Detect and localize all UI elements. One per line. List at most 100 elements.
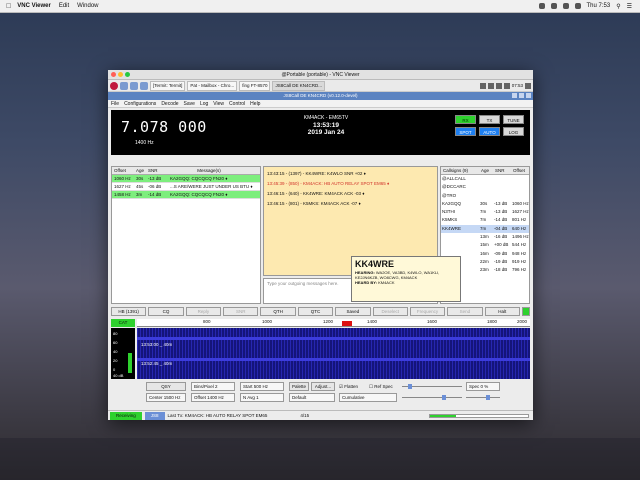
waterfall-display[interactable]: 13:53:00 _ 40m 13:52:45 _ 40m (137, 328, 530, 379)
menu-app-name[interactable]: VNC Viewer (17, 3, 51, 9)
ref-spec-checkbox[interactable]: ☐ Ref Spec (369, 382, 393, 391)
callsign-row[interactable]: 13m -16 dB 1496 Hz (441, 233, 529, 241)
offset-spinbox[interactable]: Offset 1400 Hz (191, 393, 235, 402)
js8-minimize-icon[interactable] (512, 93, 517, 98)
tray-v2-icon[interactable] (479, 82, 486, 89)
cat-button[interactable]: CAT (111, 319, 135, 327)
dial-frequency[interactable]: 7.078 000 (121, 118, 207, 136)
col-age[interactable]: Age (134, 167, 146, 174)
halt-button[interactable]: Halt (484, 307, 520, 316)
eject-icon[interactable] (525, 82, 531, 89)
callsign-row[interactable]: K5MKS 7m -14 dB 801 Hz (441, 216, 529, 224)
table-row[interactable]: 1060 Hz 30s -13 dB KA2GQQ: CQCQCQ FN20 ♦ (112, 175, 260, 183)
auto-button[interactable]: AUTO (479, 127, 500, 136)
band-activity-table[interactable]: Offset Age SNR Message(s) 1060 Hz 30s -1… (111, 166, 261, 304)
tune-button[interactable]: TUNE (503, 115, 524, 124)
network-icon[interactable] (495, 82, 502, 89)
saved-button[interactable]: Saved (335, 307, 371, 316)
menu-list-icon[interactable]: ☰ (627, 3, 632, 10)
reply-button[interactable]: Reply (185, 307, 222, 316)
menu-save[interactable]: Save (184, 101, 195, 107)
heartbeat-button[interactable]: HB (1391) (111, 307, 147, 316)
frequency-button[interactable]: Frequency (409, 307, 446, 316)
raspberry-menu-icon[interactable] (110, 81, 118, 90)
callsign-row[interactable]: @TRO (441, 192, 529, 200)
zoom-icon[interactable] (125, 72, 130, 77)
volume-icon[interactable] (562, 3, 569, 9)
rx-button[interactable]: RX (455, 115, 476, 124)
callsign-row[interactable]: @ALLCALL (441, 175, 529, 183)
col-messages[interactable]: Message(s) (168, 167, 248, 174)
callsign-row[interactable]: KA2GQQ 30s -13 dB 1060 Hz (441, 200, 529, 208)
spec-spinbox[interactable]: Spec 0 % (466, 382, 500, 391)
js8-close-icon[interactable] (526, 93, 531, 98)
menu-decode[interactable]: Decode (161, 101, 178, 107)
menu-edit[interactable]: Edit (59, 3, 69, 9)
rx-line[interactable]: 13:43:15 - (1397) - KK4WRE: K4WLO SNR +0… (267, 171, 434, 176)
apple-icon[interactable]:  (6, 3, 11, 10)
palette-button[interactable]: Palette (289, 382, 309, 391)
folder-icon[interactable] (130, 81, 138, 90)
browser-icon[interactable] (120, 81, 128, 90)
col-offset[interactable]: Offset (112, 167, 134, 174)
menubar-clock[interactable]: Thu 7:53 (587, 3, 611, 9)
col-call-age[interactable]: Age (479, 167, 493, 174)
menu-help[interactable]: Help (250, 101, 260, 107)
table-row[interactable]: 1627 Hz 45s -06 dB ...S ARE/WERE JUST UN… (112, 183, 260, 191)
tx-offset-marker[interactable] (342, 321, 352, 326)
menu-window[interactable]: Window (77, 3, 98, 9)
zero-slider[interactable] (402, 393, 462, 402)
bluetooth-icon[interactable] (487, 82, 494, 89)
start-spinbox[interactable]: Start 500 Hz (240, 382, 284, 391)
center-spinbox[interactable]: Center 1500 Hz (146, 393, 186, 402)
qtc-button[interactable]: QTC (297, 307, 334, 316)
send-button[interactable]: Send (447, 307, 483, 316)
adjust-button[interactable]: Adjust... (311, 382, 335, 391)
col-callsigns[interactable]: Callsigns (9) (441, 167, 479, 174)
menu-log[interactable]: Log (200, 101, 208, 107)
task-rig[interactable]: fing FT-8570 (239, 80, 271, 91)
callsign-row[interactable]: KK4WRE 7m -04 dB 640 Hz (441, 224, 529, 234)
menu-control[interactable]: Control (229, 101, 245, 107)
menu-view[interactable]: View (213, 101, 224, 107)
callsign-row[interactable]: N3THI 7m -13 dB 1627 Hz (441, 208, 529, 216)
col-snr[interactable]: SNR (146, 167, 168, 174)
close-icon[interactable] (111, 72, 116, 77)
qsy-button[interactable]: QSY (146, 382, 186, 391)
search-icon[interactable]: ⚲ (616, 3, 620, 10)
rx-line[interactable]: 13:46:15 - (801) - K5MKS: KM4ACK ACK -07… (267, 201, 434, 206)
callsign-row[interactable]: 15m +00 dB 544 Hz (441, 241, 529, 249)
terminal-icon[interactable] (140, 81, 148, 90)
wifi-icon[interactable] (550, 3, 557, 9)
rx-line[interactable]: 13:45:39 - (850) - KM4ACK: HB AUTO RELAY… (267, 181, 434, 186)
flatten-checkbox[interactable]: ☑ Flatten (339, 382, 358, 391)
js8-maximize-icon[interactable] (519, 93, 524, 98)
navg-spinbox[interactable]: N Avg 1 (240, 393, 284, 402)
spot-button[interactable]: SPOT (455, 127, 476, 136)
spectrum-select[interactable]: Cumulative (339, 393, 397, 402)
battery-icon[interactable] (574, 3, 581, 9)
qth-button[interactable]: QTH (260, 307, 296, 316)
tray-icon[interactable] (538, 3, 545, 9)
task-pat-mailbox[interactable]: Pat - Mailbox - Chro... (187, 80, 238, 91)
palette-select[interactable]: Default (289, 393, 335, 402)
gain-slider[interactable] (402, 382, 462, 391)
frequency-ruler[interactable]: 800 1000 1200 1400 1600 1800 2000 (137, 319, 530, 327)
snr-button[interactable]: SNR (223, 307, 259, 316)
deselect-button[interactable]: Deselect (372, 307, 408, 316)
tx-button[interactable]: TX (479, 115, 500, 124)
bins-spinbox[interactable]: Bins/Pixel 2 (191, 382, 235, 391)
callsign-row[interactable]: @DCCARC (441, 183, 529, 191)
table-row[interactable]: 1458 Hz 3m -14 dB KA2GQQ: CQCQCQ FN20 ♦ (112, 191, 260, 199)
tx-enable-checkbox[interactable] (521, 307, 530, 316)
cq-button[interactable]: CQ (148, 307, 184, 316)
menu-configurations[interactable]: Configurations (124, 101, 156, 107)
smoothing-slider[interactable] (466, 393, 500, 402)
task-termit[interactable]: [Termit: Termit] (150, 80, 186, 91)
log-button[interactable]: LOG (503, 127, 524, 136)
task-js8call[interactable]: JS8Call DE KN4CRD... (272, 80, 325, 91)
col-call-offset[interactable]: Offset (511, 167, 525, 174)
col-call-snr[interactable]: SNR (493, 167, 511, 174)
minimize-icon[interactable] (118, 72, 123, 77)
rx-line[interactable]: 13:46:15 - (640) - KK4WRE: KM4ACK ACK -0… (267, 191, 434, 196)
